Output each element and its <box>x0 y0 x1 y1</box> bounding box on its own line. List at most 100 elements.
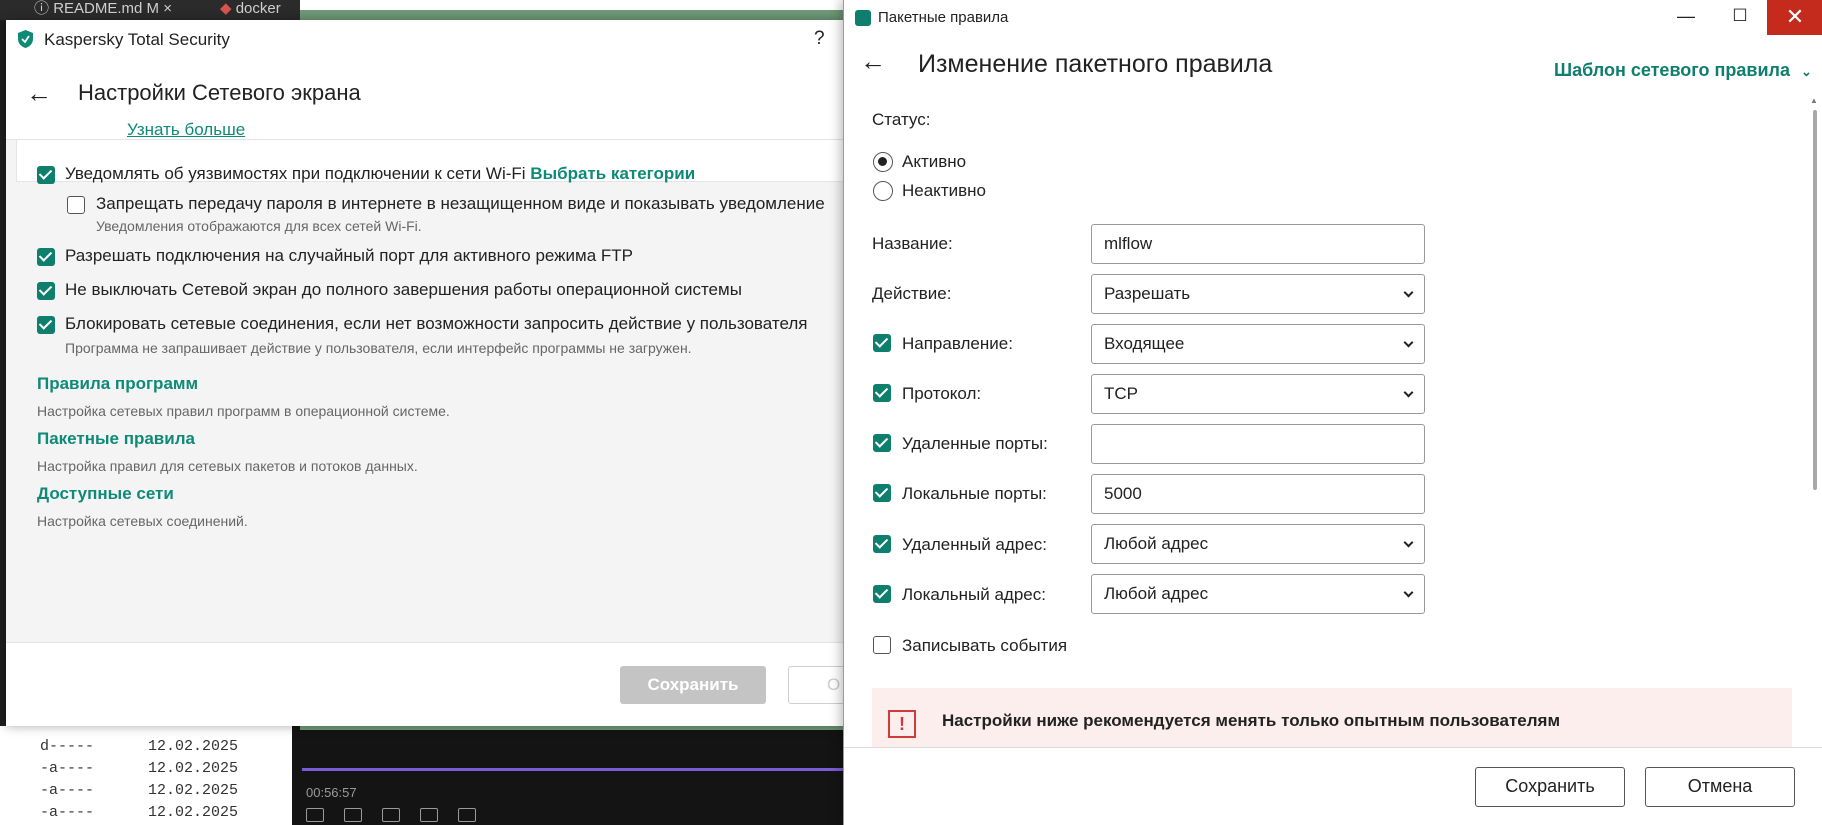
packet-rules-link[interactable]: Пакетные правила <box>37 429 195 449</box>
back-arrow-icon[interactable]: ← <box>26 78 52 109</box>
notify-wifi-checkbox[interactable] <box>37 166 55 184</box>
back-arrow-icon[interactable]: ← <box>860 46 886 77</box>
direction-select[interactable]: Входящее <box>1091 324 1425 364</box>
option-label: Уведомлять об уязвимостях при подключени… <box>65 164 526 183</box>
playlist-icon[interactable] <box>306 808 324 822</box>
remote-address-label: Удаленный адрес: <box>902 535 1047 554</box>
docker-icon: ◆ <box>220 0 232 17</box>
app-title: Kaspersky Total Security <box>44 30 230 49</box>
editor-tab-bar: ⓘ README.md M × ◆ docker <box>0 0 300 20</box>
block-connections-hint: Программа не запрашивает действие у поль… <box>65 340 692 356</box>
protocol-value: TCP <box>1104 384 1138 403</box>
action-select[interactable]: Разрешать <box>1091 274 1425 314</box>
save-button[interactable]: Сохранить <box>620 666 766 704</box>
application-rules-description: Настройка сетевых правил программ в опер… <box>37 403 450 419</box>
status-active-label: Активно <box>902 152 967 171</box>
chevron-down-icon: ⌄ <box>1801 64 1812 79</box>
chevron-down-icon <box>1403 337 1414 348</box>
cancel-button[interactable]: Отмена <box>1645 767 1795 807</box>
block-connections-checkbox[interactable] <box>37 316 55 334</box>
kaspersky-app-icon <box>855 10 871 26</box>
status-label: Статус: <box>872 110 931 129</box>
template-label: Шаблон сетевого правила <box>1554 60 1790 80</box>
learn-more-link[interactable]: Узнать больше <box>127 120 245 140</box>
log-events-checkbox[interactable] <box>873 636 891 654</box>
remote-ports-checkbox[interactable] <box>873 434 891 452</box>
download-icon[interactable] <box>344 808 362 822</box>
remote-ports-input[interactable] <box>1091 424 1425 464</box>
available-networks-description: Настройка сетевых соединений. <box>37 513 248 529</box>
terminal-line: -a---- 12.02.2025 <box>40 782 239 799</box>
terminal-panel: d----- 12.02.2025 -a---- 12.02.2025 -a--… <box>0 726 292 825</box>
select-categories-link[interactable]: Выбрать категории <box>530 164 695 183</box>
protocol-select[interactable]: TCP <box>1091 374 1425 414</box>
dialog-heading: Изменение пакетного правила <box>918 50 1273 78</box>
local-ports-checkbox[interactable] <box>873 484 891 502</box>
editor-tab-readme[interactable]: ⓘ README.md M × <box>34 0 172 20</box>
shield-icon <box>18 30 33 48</box>
keep-firewall-checkbox[interactable] <box>37 282 55 300</box>
block-connections-label: Блокировать сетевые соединения, если нет… <box>65 314 808 333</box>
media-time-label: 00:56:57 <box>306 785 357 800</box>
local-address-checkbox[interactable] <box>873 585 891 603</box>
local-address-select[interactable]: Любой адрес <box>1091 574 1425 614</box>
help-button[interactable]: ? <box>814 28 825 50</box>
warning-icon: ! <box>888 710 916 738</box>
terminal-line: d----- 12.02.2025 <box>40 738 239 755</box>
chevron-down-icon <box>1403 387 1414 398</box>
packet-rules-window: Пакетные правила — ☐ ✕ ← Изменение пакет… <box>843 0 1822 825</box>
action-label: Действие: <box>872 284 952 303</box>
application-rules-link[interactable]: Правила программ <box>37 374 198 394</box>
editor-tab-docker[interactable]: ◆ docker <box>220 0 281 20</box>
log-events-label: Записывать события <box>902 636 1068 655</box>
packet-rules-description: Настройка правил для сетевых пакетов и п… <box>37 458 418 474</box>
network-rule-template-dropdown[interactable]: Шаблон сетевого правила ⌄ <box>1554 60 1812 81</box>
name-label: Название: <box>872 234 953 253</box>
name-input[interactable]: mlflow <box>1091 224 1425 264</box>
close-icon[interactable]: ✕ <box>1767 0 1822 35</box>
ftp-random-port-label: Разрешать подключения на случайный порт … <box>65 246 634 265</box>
save-button[interactable]: Сохранить <box>1475 767 1625 807</box>
local-address-value: Любой адрес <box>1104 584 1209 603</box>
scrollbar-thumb[interactable] <box>1813 110 1817 490</box>
chevron-down-icon <box>1403 587 1414 598</box>
status-active-radio[interactable] <box>873 152 893 172</box>
action-value: Разрешать <box>1104 284 1191 303</box>
window-title: Пакетные правила <box>878 9 1009 26</box>
direction-checkbox[interactable] <box>873 334 891 352</box>
direction-value: Входящее <box>1104 334 1185 353</box>
minimize-icon[interactable]: — <box>1674 6 1698 28</box>
remote-ports-label: Удаленные порты: <box>902 434 1048 453</box>
scroll-up-icon[interactable]: ▲ <box>1810 96 1818 105</box>
close-icon[interactable]: × <box>163 0 172 17</box>
remote-address-checkbox[interactable] <box>873 535 891 553</box>
terminal-line: -a---- 12.02.2025 <box>40 804 239 821</box>
protocol-label: Протокол: <box>902 384 982 403</box>
status-inactive-label: Неактивно <box>902 181 986 200</box>
block-password-checkbox[interactable] <box>67 196 85 214</box>
notify-wifi-option: Уведомлять об уязвимостях при подключени… <box>65 164 695 184</box>
editor-tab-label: README.md M <box>53 0 160 17</box>
block-password-label: Запрещать передачу пароля в интернете в … <box>96 194 825 213</box>
screenshot-icon[interactable] <box>382 808 400 822</box>
local-ports-input[interactable]: 5000 <box>1091 474 1425 514</box>
cube-icon[interactable] <box>420 808 438 822</box>
page-title: Настройки Сетевого экрана <box>78 80 361 105</box>
chevron-down-icon <box>1403 537 1414 548</box>
keep-firewall-label: Не выключать Сетевой экран до полного за… <box>65 280 742 299</box>
chevron-down-icon <box>1403 287 1414 298</box>
fullscreen-icon[interactable] <box>458 808 476 822</box>
editor-tab-label: docker <box>235 0 281 17</box>
local-ports-label: Локальные порты: <box>902 484 1047 503</box>
terminal-line: -a---- 12.02.2025 <box>40 760 239 777</box>
remote-address-select[interactable]: Любой адрес <box>1091 524 1425 564</box>
maximize-icon[interactable]: ☐ <box>1728 6 1752 28</box>
warning-text: Настройки ниже рекомендуется менять толь… <box>942 711 1561 730</box>
protocol-checkbox[interactable] <box>873 384 891 402</box>
available-networks-link[interactable]: Доступные сети <box>37 484 174 504</box>
kaspersky-window: Kaspersky Total Security ? ← Настройки С… <box>6 20 868 726</box>
media-progress-bar[interactable] <box>302 768 847 771</box>
block-password-hint: Уведомления отображаются для всех сетей … <box>96 218 422 234</box>
ftp-random-port-checkbox[interactable] <box>37 248 55 266</box>
status-inactive-radio[interactable] <box>873 181 893 201</box>
